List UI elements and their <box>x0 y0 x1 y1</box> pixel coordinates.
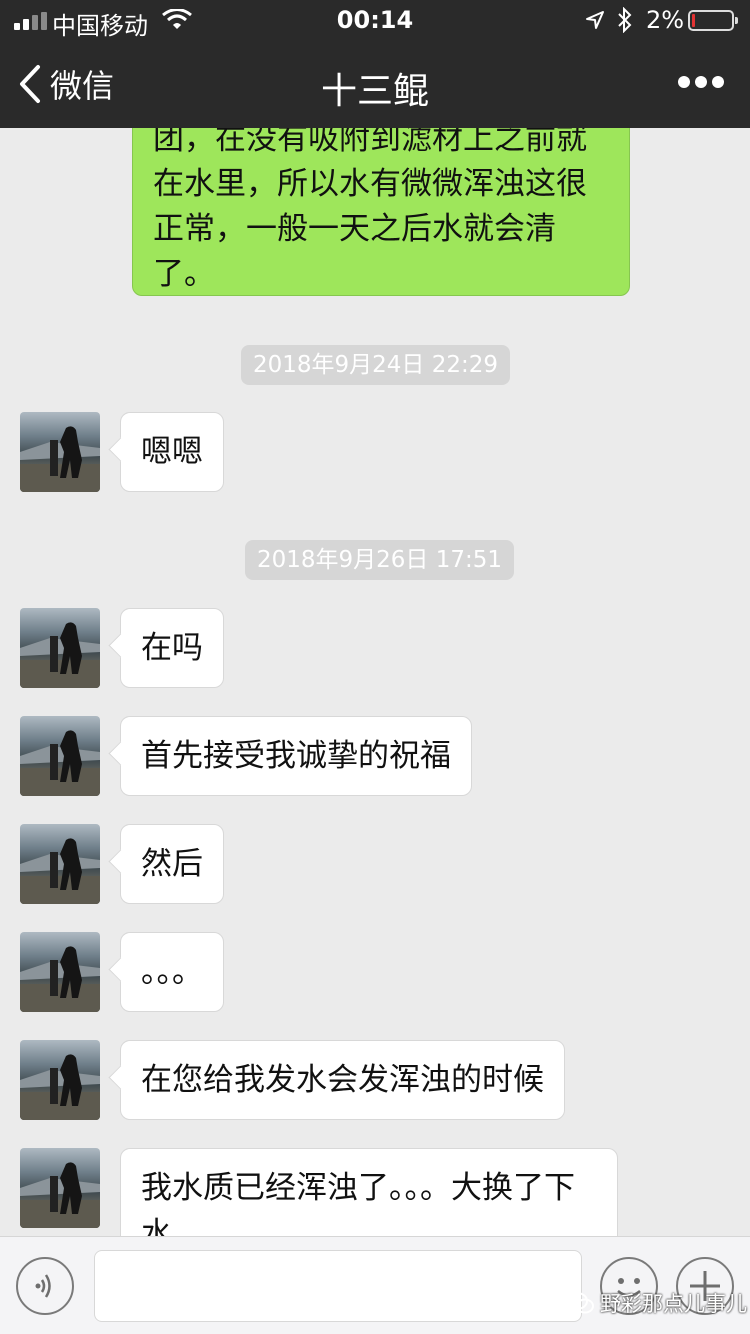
incoming-message-text: 然后 <box>141 846 203 882</box>
outgoing-message-text: 团，在没有吸附到滤材上之前就在水里，所以水有微微浑浊这很正常，一般一天之后水就会… <box>153 121 587 292</box>
timestamp: 2018年9月26日 17:51 <box>245 540 515 580</box>
clock: 00:14 <box>336 6 414 34</box>
more-button[interactable] <box>678 76 724 90</box>
contact-avatar[interactable] <box>20 716 100 796</box>
incoming-message-text: 在吗 <box>141 630 203 666</box>
battery-icon <box>688 10 738 31</box>
chat-title: 十三鲲 <box>320 71 429 112</box>
incoming-message-bubble[interactable]: 首先接受我诚挚的祝福 <box>120 716 472 796</box>
timestamp: 2018年9月24日 22:29 <box>241 345 511 385</box>
contact-avatar[interactable] <box>20 824 100 904</box>
incoming-message-bubble[interactable]: 嗯嗯 <box>120 412 224 492</box>
contact-avatar[interactable] <box>20 412 100 492</box>
message-input[interactable] <box>94 1250 582 1322</box>
contact-avatar[interactable] <box>20 1148 100 1228</box>
incoming-message-bubble[interactable]: 在您给我发水会发浑浊的时候 <box>120 1040 565 1120</box>
incoming-message-bubble[interactable]: 我水质已经浑浊了。。。大换了下水 <box>120 1148 618 1236</box>
status-bar: 中国移动 00:14 2% <box>0 0 750 40</box>
incoming-message-bubble[interactable]: 在吗 <box>120 608 224 688</box>
chat-area[interactable]: 团，在没有吸附到滤材上之前就在水里，所以水有微微浑浊这很正常，一般一天之后水就会… <box>0 0 750 1236</box>
incoming-message-bubble[interactable]: 。。。 <box>120 932 224 1012</box>
nav-bar: 微信 十三鲲 <box>0 40 750 128</box>
incoming-message-text: 。。。 <box>141 954 203 990</box>
outgoing-message-bubble[interactable]: 团，在没有吸附到滤材上之前就在水里，所以水有微微浑浊这很正常，一般一天之后水就会… <box>132 108 630 296</box>
watermark-text: 野彩那点儿事儿 <box>600 1292 747 1316</box>
location-icon <box>586 11 604 29</box>
watermark: 野彩那点儿事儿 <box>566 1288 747 1318</box>
voice-button[interactable] <box>16 1257 74 1315</box>
incoming-message-text: 在您给我发水会发浑浊的时候 <box>141 1062 544 1098</box>
contact-avatar[interactable] <box>20 1040 100 1120</box>
wechat-logo-icon <box>566 1292 594 1314</box>
incoming-message-bubble[interactable]: 然后 <box>120 824 224 904</box>
incoming-message-text: 嗯嗯 <box>141 434 203 470</box>
contact-avatar[interactable] <box>20 608 100 688</box>
battery-percent: 2% <box>646 6 685 34</box>
contact-avatar[interactable] <box>20 932 100 1012</box>
top-bar: 中国移动 00:14 2% 微信 十三鲲 <box>0 0 750 128</box>
bluetooth-icon <box>618 7 632 33</box>
input-bar <box>0 1236 750 1334</box>
incoming-message-text: 首先接受我诚挚的祝福 <box>141 738 451 774</box>
incoming-message-text: 我水质已经浑浊了。。。大换了下水 <box>141 1170 575 1236</box>
ellipsis-icon <box>678 76 690 88</box>
voice-icon <box>35 1274 51 1298</box>
